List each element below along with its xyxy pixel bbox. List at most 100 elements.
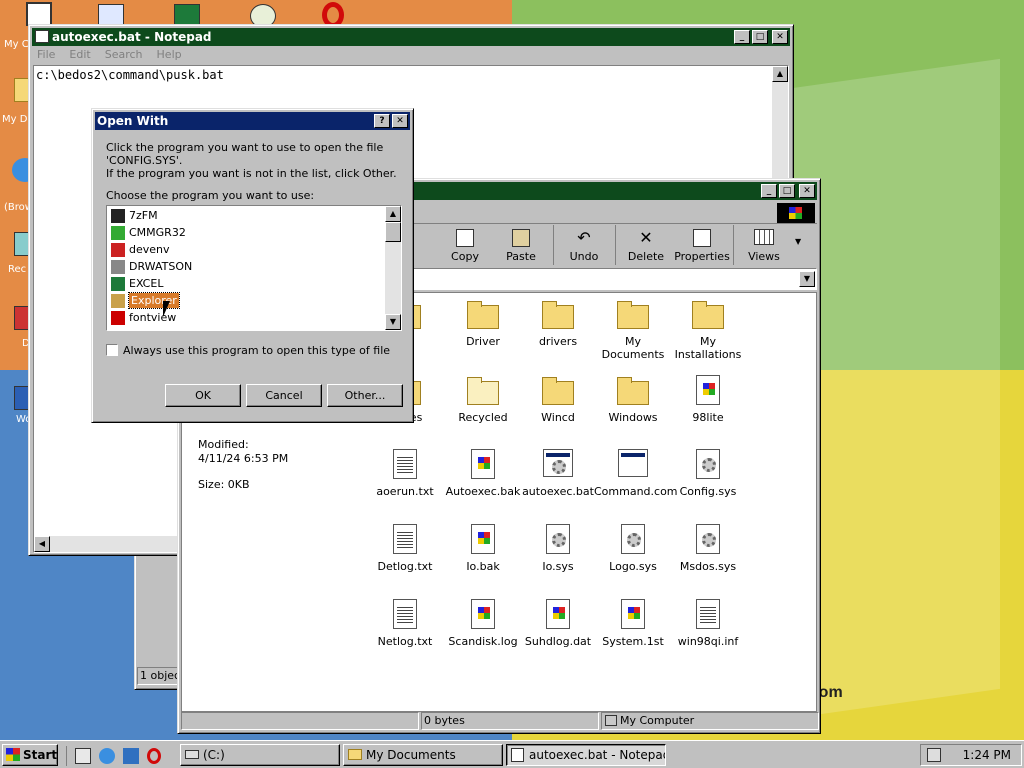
program-name: DRWATSON	[129, 260, 193, 273]
list-scrollbar[interactable]: ▲ ▼	[385, 206, 401, 330]
program-name: EXCEL	[129, 277, 164, 290]
file-item[interactable]: Detlog.txt	[366, 524, 444, 573]
dialog-title: Open With	[97, 114, 169, 128]
ok-button[interactable]: OK	[165, 384, 241, 407]
start-label: Start	[23, 748, 58, 762]
file-item[interactable]: Msdos.sys	[669, 524, 747, 573]
ie-icon[interactable]	[99, 748, 115, 764]
file-item[interactable]: Windows	[594, 375, 672, 424]
program-name: devenv	[129, 243, 170, 256]
status-location-text: My Computer	[620, 714, 695, 727]
views-button[interactable]: Views	[737, 227, 791, 265]
file-item-label: Scandisk.log	[448, 635, 518, 648]
address-dropdown-arrow[interactable]: ▼	[799, 271, 815, 287]
network-icon	[111, 226, 125, 240]
file-item[interactable]: win98qi.inf	[669, 599, 747, 648]
file-item[interactable]: My Installations	[669, 299, 747, 361]
notepad-icon	[35, 30, 49, 43]
file-item[interactable]: autoexec.bat	[519, 449, 597, 498]
list-scroll-thumb[interactable]	[385, 222, 401, 242]
program-item[interactable]: devenv	[109, 242, 170, 258]
file-item[interactable]: Autoexec.bak	[444, 449, 522, 498]
copy-button[interactable]: Copy	[439, 227, 491, 265]
cancel-button[interactable]: Cancel	[246, 384, 322, 407]
scroll-up-arrow[interactable]: ▲	[772, 66, 788, 82]
folder-icon	[617, 375, 649, 407]
close-button[interactable]: ✕	[799, 184, 815, 198]
program-file-icon	[617, 449, 649, 481]
list-scroll-down[interactable]: ▼	[385, 314, 401, 330]
file-item[interactable]: Command.com	[594, 449, 678, 498]
minimize-button[interactable]: _	[761, 184, 777, 198]
file-item[interactable]: Io.bak	[444, 524, 522, 573]
maximize-button[interactable]: □	[752, 30, 768, 44]
dialog-title-bar[interactable]: Open With	[95, 112, 410, 130]
file-item-label: Suhdlog.dat	[524, 635, 592, 648]
clock[interactable]: 1:24 PM	[963, 745, 1011, 765]
close-button[interactable]: ✕	[772, 30, 788, 44]
file-item[interactable]: Suhdlog.dat	[519, 599, 597, 648]
scheduler-tray-icon[interactable]	[927, 748, 941, 762]
menu-edit[interactable]: Edit	[69, 48, 90, 61]
undo-icon: ↶	[577, 228, 591, 247]
file-item[interactable]: System.1st	[594, 599, 672, 648]
file-item-label: autoexec.bat	[522, 485, 594, 498]
back-status-text: 1 object	[137, 667, 181, 685]
program-list[interactable]: 7zFM CMMGR32 devenv DRWATSON EXCEL Explorer fo…	[106, 205, 402, 331]
file-item[interactable]: Scandisk.log	[444, 599, 522, 648]
file-item[interactable]: Io.sys	[519, 524, 597, 573]
windows-file-icon	[467, 599, 499, 631]
desktop-icon-label: Rec	[8, 264, 27, 275]
program-item[interactable]: 7zFM	[109, 208, 158, 224]
always-use-checkbox[interactable]	[106, 344, 118, 356]
minimize-button[interactable]: _	[734, 30, 750, 44]
task-my-documents[interactable]: My Documents	[343, 744, 503, 766]
program-item[interactable]: CMMGR32	[109, 225, 186, 241]
file-item[interactable]: Netlog.txt	[366, 599, 444, 648]
delete-label: Delete	[627, 250, 665, 263]
instruction-line-1: Click the program you want to use to ope…	[106, 141, 384, 154]
file-item[interactable]: Logo.sys	[594, 524, 672, 573]
menu-file[interactable]: File	[37, 48, 55, 61]
file-item[interactable]: Wincd	[519, 375, 597, 424]
windows-file-icon	[692, 375, 724, 407]
paste-button[interactable]: Paste	[495, 227, 547, 265]
file-item-label: Logo.sys	[609, 560, 657, 573]
opera-quick-icon[interactable]	[147, 748, 161, 764]
notepad-title-bar[interactable]: autoexec.bat - Notepad	[32, 28, 790, 46]
properties-button[interactable]: Properties	[673, 227, 731, 265]
file-item[interactable]: 98lite	[669, 375, 747, 424]
other-button[interactable]: Other...	[327, 384, 403, 407]
menu-help[interactable]: Help	[157, 48, 182, 61]
file-item[interactable]: Config.sys	[669, 449, 747, 498]
start-button[interactable]: Start	[2, 744, 58, 766]
file-item[interactable]: drivers	[519, 299, 597, 348]
undo-button[interactable]: ↶ Undo	[557, 227, 611, 265]
windows-file-icon	[467, 449, 499, 481]
menu-search[interactable]: Search	[105, 48, 143, 61]
list-scroll-up[interactable]: ▲	[385, 206, 401, 222]
scroll-left-arrow[interactable]: ◀	[34, 536, 50, 552]
file-item-label: System.1st	[602, 635, 664, 648]
file-item[interactable]: aoerun.txt	[366, 449, 444, 498]
text-file-icon	[692, 599, 724, 631]
help-button[interactable]: ?	[374, 114, 390, 128]
file-item[interactable]: Driver	[444, 299, 522, 348]
file-item[interactable]: Recycled	[444, 375, 522, 424]
open-with-dialog[interactable]: Open With ? ✕ Click the program you want…	[91, 108, 414, 423]
close-button[interactable]: ✕	[392, 114, 408, 128]
program-item[interactable]: DRWATSON	[109, 259, 192, 275]
delete-button[interactable]: ✕ Delete	[619, 227, 673, 265]
task-drive-c[interactable]: (C:)	[180, 744, 340, 766]
task-label: (C:)	[203, 748, 225, 762]
task-notepad[interactable]: autoexec.bat - Notepad	[506, 744, 666, 766]
maximize-button[interactable]: □	[779, 184, 795, 198]
program-item[interactable]: EXCEL	[109, 276, 163, 292]
file-item[interactable]: My Documents	[594, 299, 672, 361]
outlook-quick-icon[interactable]	[123, 748, 139, 764]
notepad-icon	[511, 748, 524, 762]
copy-label: Copy	[451, 250, 479, 263]
show-desktop-icon[interactable]	[75, 748, 91, 764]
views-dropdown-icon[interactable]: ▼	[795, 237, 801, 246]
my-computer-icon[interactable]	[26, 2, 52, 26]
